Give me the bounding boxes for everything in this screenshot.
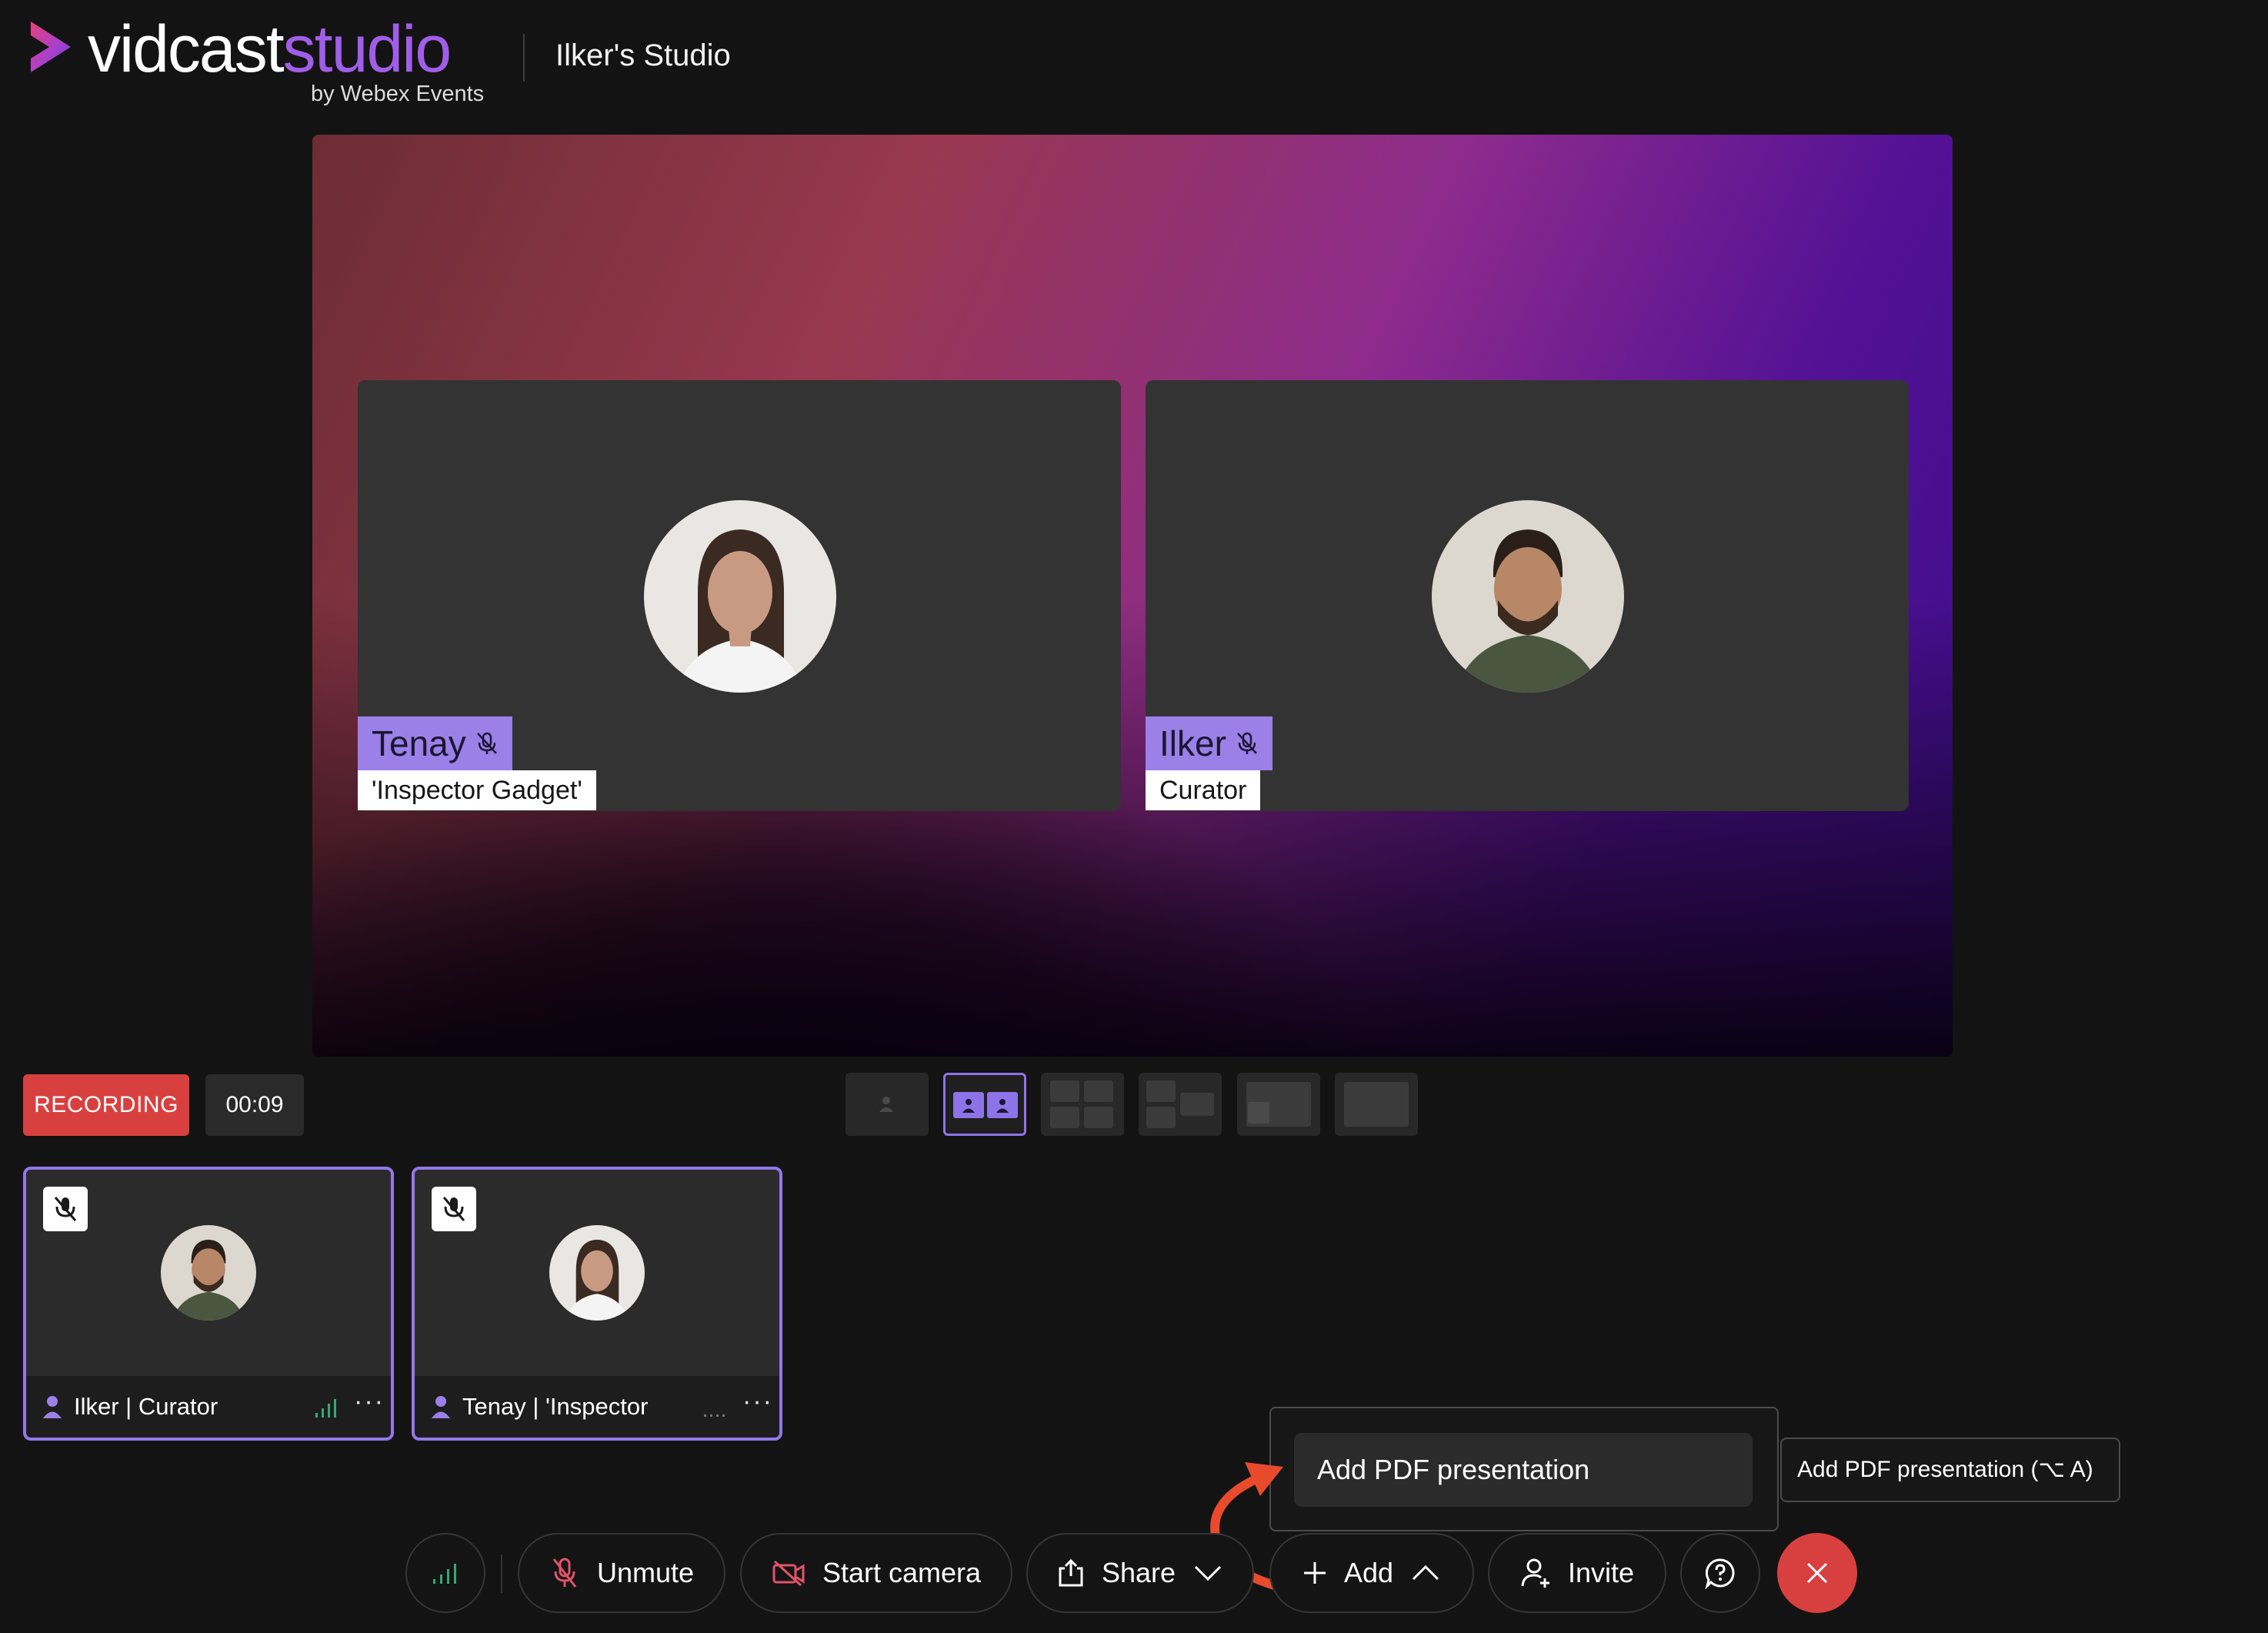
participant-name: Tenay | 'Inspector (462, 1393, 649, 1420)
unmute-button[interactable]: Unmute (518, 1533, 725, 1613)
person-icon (432, 1396, 450, 1418)
stage-name-tag: Ilker (1146, 716, 1272, 770)
help-chat-icon (1705, 1558, 1735, 1589)
plus-icon (1303, 1562, 1326, 1584)
app-logo: vidcaststudio by Webex Events (23, 11, 500, 106)
layout-two-up-button[interactable] (943, 1073, 1026, 1136)
mic-muted-icon (552, 1558, 577, 1588)
unmute-label: Unmute (596, 1557, 695, 1588)
stage-role-tag: 'Inspector Gadget' (358, 770, 596, 810)
avatar (161, 1225, 256, 1321)
logo-word-studio: studio (282, 12, 452, 86)
camera-off-icon (772, 1560, 805, 1587)
layout-screen-with-person-button[interactable] (1237, 1073, 1320, 1136)
chevron-up-icon (1412, 1565, 1439, 1581)
stage-role-tag: Curator (1146, 770, 1261, 810)
participant-footer: Tenay | 'Inspector ··· (415, 1376, 779, 1438)
share-label: Share (1101, 1557, 1176, 1588)
avatar (644, 500, 836, 693)
logo-wordmark: vidcaststudio (88, 11, 452, 88)
person-icon (879, 1097, 893, 1112)
add-user-icon (1521, 1558, 1549, 1588)
avatar (1432, 500, 1624, 693)
share-button[interactable]: Share (1026, 1533, 1254, 1613)
close-icon (1806, 1562, 1828, 1584)
stage-preview: Tenay 'Inspector Gadget' Ilker Curator (312, 135, 1953, 1057)
mic-muted-icon (476, 732, 497, 754)
participant-card-ilker[interactable]: Ilker | Curator ··· (23, 1167, 394, 1441)
stage-name: Tenay (372, 723, 466, 763)
more-options-icon[interactable]: ··· (354, 1387, 385, 1417)
mic-muted-icon[interactable] (43, 1187, 88, 1231)
layout-side-by-side-button[interactable] (1139, 1073, 1222, 1136)
logo-word-vidcast: vidcast (88, 12, 285, 86)
layout-blank-button[interactable] (1335, 1073, 1418, 1136)
signal-strength-icon (704, 1414, 725, 1417)
avatar (549, 1225, 645, 1321)
logo-subtitle: by Webex Events (311, 82, 485, 106)
mic-muted-icon (1236, 732, 1257, 754)
signal-strength-icon (315, 1399, 336, 1418)
stage-tile-ilker[interactable]: Ilker Curator (1146, 380, 1909, 811)
help-button[interactable] (1680, 1533, 1760, 1613)
add-menu-popover: Add PDF presentation (1269, 1407, 1779, 1531)
recording-timer: 00:09 (205, 1074, 304, 1136)
add-label: Add (1343, 1557, 1394, 1588)
shortcut-tooltip: Add PDF presentation (⌥ A) (1780, 1438, 2120, 1502)
invite-label: Invite (1567, 1557, 1635, 1588)
more-options-icon[interactable]: ··· (742, 1387, 773, 1417)
participant-video (415, 1170, 779, 1376)
participant-footer: Ilker | Curator ··· (26, 1376, 391, 1438)
stage-tile-tenay[interactable]: Tenay 'Inspector Gadget' (358, 380, 1121, 811)
participant-name: Ilker | Curator (74, 1393, 218, 1420)
stage-name-tag: Tenay (358, 716, 512, 770)
studio-title: Ilker's Studio (555, 38, 731, 72)
end-session-button[interactable] (1777, 1533, 1857, 1613)
chevron-down-icon (1194, 1565, 1222, 1581)
share-icon (1059, 1558, 1083, 1587)
start-camera-label: Start camera (822, 1557, 982, 1588)
start-camera-button[interactable]: Start camera (740, 1533, 1012, 1613)
stage-name: Ilker (1159, 723, 1226, 763)
network-status-button[interactable] (405, 1533, 485, 1613)
person-icon (962, 1099, 975, 1113)
play-logo-icon (31, 22, 71, 72)
signal-strength-icon (433, 1564, 456, 1584)
participant-card-tenay[interactable]: Tenay | 'Inspector ··· (412, 1167, 782, 1441)
add-pdf-presentation-item[interactable]: Add PDF presentation (1294, 1433, 1753, 1507)
layout-grid-button[interactable] (1041, 1073, 1124, 1136)
recording-badge[interactable]: RECORDING (23, 1074, 189, 1136)
add-button[interactable]: Add (1269, 1533, 1474, 1613)
invite-button[interactable]: Invite (1488, 1533, 1666, 1613)
mic-muted-icon[interactable] (432, 1187, 476, 1231)
toolbar-divider (501, 1555, 502, 1593)
person-icon (996, 1099, 1009, 1113)
header-divider (523, 34, 525, 82)
participant-video (26, 1170, 391, 1376)
person-icon (43, 1396, 62, 1418)
layout-single-button[interactable] (845, 1073, 929, 1136)
